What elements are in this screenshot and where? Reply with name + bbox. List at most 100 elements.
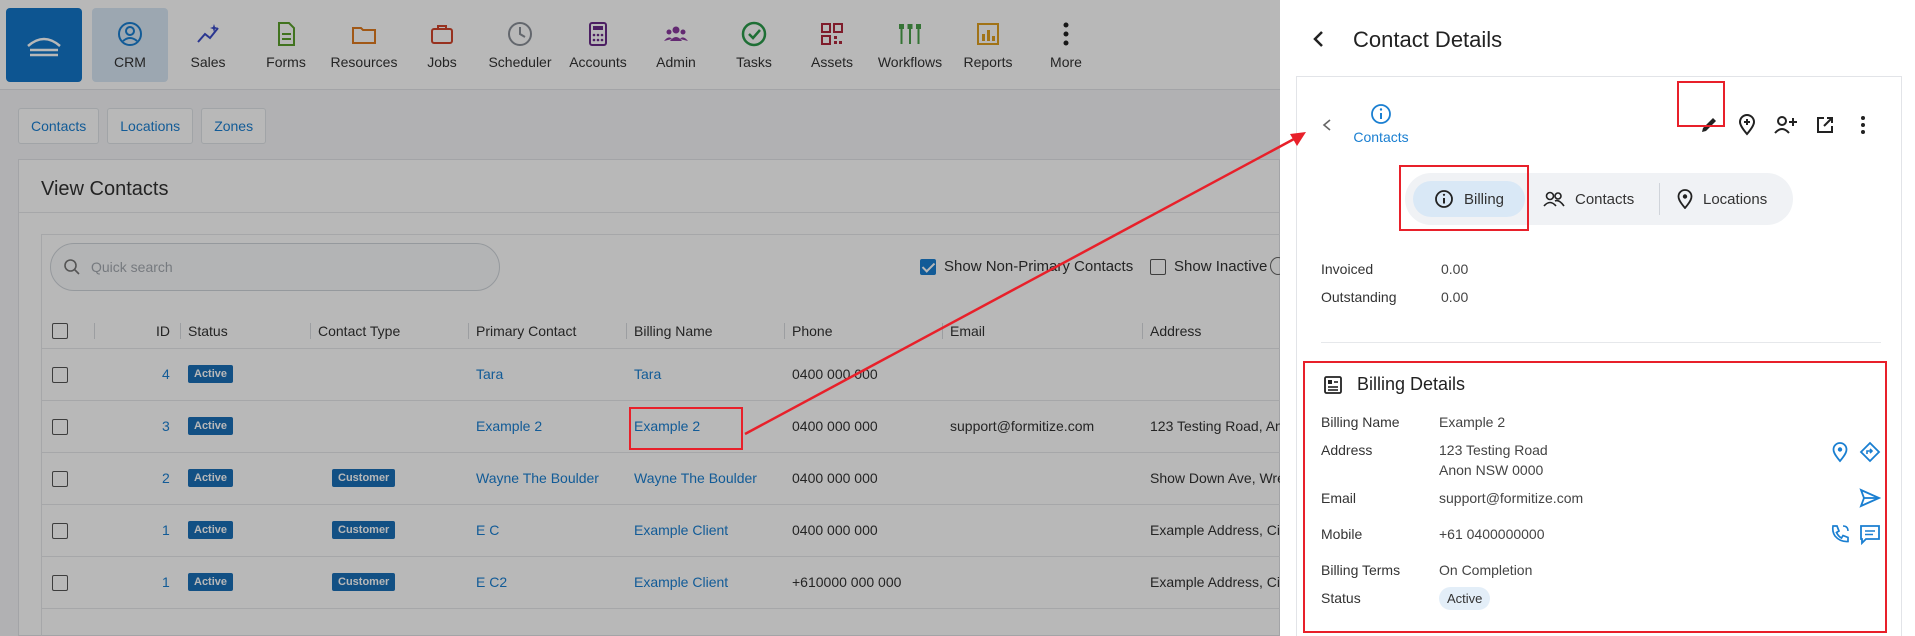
column-header-id[interactable]: ID [156,323,170,339]
crm-subtabs: Contacts Locations Zones [18,108,267,144]
row-phone: 0400 000 000 [792,418,878,434]
column-header-status[interactable]: Status [188,323,228,339]
row-primary-contact[interactable]: E C2 [476,574,507,590]
row-checkbox[interactable] [52,523,68,539]
nav-item-reports[interactable]: Reports [950,8,1026,82]
column-header-phone[interactable]: Phone [792,323,832,339]
column-separator [180,323,181,339]
table-row[interactable]: 1 Active Customer E C Example Client 040… [42,505,1316,557]
row-billing-name[interactable]: Example Client [634,574,728,590]
row-primary-contact[interactable]: E C [476,522,499,538]
back-arrow-icon[interactable] [1308,28,1330,50]
nav-item-assets[interactable]: Assets [794,8,870,82]
row-billing-name[interactable]: Example Client [634,522,728,538]
row-id[interactable]: 1 [162,574,170,590]
divider [19,212,1279,213]
map-pin-icon[interactable] [1829,441,1851,463]
add-contact-button[interactable] [1773,113,1797,137]
column-header-contact-type[interactable]: Contact Type [318,323,400,339]
contacts-crumb[interactable]: Contacts [1349,103,1413,145]
row-checkbox[interactable] [52,367,68,383]
nav-item-label: CRM [114,54,146,70]
address-label: Address [1321,442,1373,458]
table-row[interactable]: 2 Active Customer Wayne The Boulder Wayn… [42,453,1318,505]
app-logo[interactable] [6,8,82,82]
nav-item-more[interactable]: More [1028,8,1104,82]
edit-button[interactable] [1697,113,1721,137]
mobile-label: Mobile [1321,526,1363,542]
outstanding-value: 0.00 [1441,289,1469,305]
table-row[interactable]: 1 Active Customer E C2 Example Client +6… [42,557,1316,609]
segment-label: Billing [1463,190,1505,208]
row-billing-name[interactable]: Tara [634,366,661,382]
column-separator [784,323,785,339]
row-primary-contact[interactable]: Tara [476,366,503,382]
people-icon [1543,191,1565,207]
more-options-button[interactable] [1851,113,1875,137]
billing-terms-label: Billing Terms [1321,562,1401,578]
row-id[interactable]: 1 [162,522,170,538]
email-value: support@formitize.com [1439,490,1584,506]
nav-item-label: Assets [810,54,853,70]
column-header-email[interactable]: Email [950,323,985,339]
show-non-primary-option[interactable]: Show Non-Primary Contacts [920,258,1133,275]
row-id[interactable]: 3 [162,418,170,434]
nav-item-tasks[interactable]: Tasks [716,8,792,82]
show-inactive-option[interactable]: Show Inactive [1150,258,1267,275]
workflow-icon [899,24,921,44]
row-id[interactable]: 4 [162,366,170,382]
location-button[interactable] [1735,113,1759,137]
segment-contacts[interactable]: Contacts [1543,181,1634,217]
table-row[interactable]: 4 Active Tara Tara 0400 000 000 [42,349,1282,401]
message-icon[interactable] [1859,523,1881,545]
address-line1: 123 Testing Road [1439,442,1548,458]
row-primary-contact[interactable]: Example 2 [476,418,542,434]
chevron-left-icon[interactable] [1319,117,1335,133]
contact-type-badge: Customer [332,521,396,539]
subtab-contacts[interactable]: Contacts [18,108,100,144]
row-billing-name[interactable]: Wayne The Boulder [634,470,757,486]
nav-item-sales[interactable]: Sales [170,8,246,82]
row-primary-contact[interactable]: Wayne The Boulder [476,470,599,486]
show-inactive-checkbox[interactable] [1150,258,1166,275]
contacts-crumb-label: Contacts [1353,129,1409,145]
phone-call-icon[interactable] [1829,523,1851,545]
status-label: Status [1321,590,1361,606]
nav-item-jobs[interactable]: Jobs [404,8,480,82]
row-id[interactable]: 2 [162,470,170,486]
table-row[interactable]: 3 Active Example 2 Example 2 0400 000 00… [42,401,1322,453]
nav-item-label: Workflows [877,54,943,70]
column-header-primary-contact[interactable]: Primary Contact [476,323,576,339]
column-header-address[interactable]: Address [1150,323,1201,339]
billing-details-icon [1324,376,1342,394]
nav-item-forms[interactable]: Forms [248,8,324,82]
nav-item-workflows[interactable]: Workflows [872,8,948,82]
row-billing-name[interactable]: Example 2 [634,418,700,434]
search-input[interactable] [91,259,471,275]
status-badge: Active [188,521,234,539]
open-external-button[interactable] [1813,113,1837,137]
nav-item-accounts[interactable]: Accounts [560,8,636,82]
add-person-icon [1774,116,1797,134]
segment-label: Contacts [1575,190,1635,208]
column-header-billing-name[interactable]: Billing Name [634,323,713,339]
send-icon[interactable] [1859,487,1881,509]
subtab-zones[interactable]: Zones [201,108,267,144]
nav-item-scheduler[interactable]: Scheduler [482,8,558,82]
directions-icon[interactable] [1859,441,1881,463]
show-non-primary-checkbox[interactable] [920,258,936,275]
invoiced-value: 0.00 [1441,261,1469,277]
external-link-icon [1817,117,1833,133]
row-checkbox[interactable] [52,575,68,591]
row-checkbox[interactable] [52,419,68,435]
more-vertical-icon [1063,22,1069,46]
row-checkbox[interactable] [52,471,68,487]
select-all-checkbox[interactable] [52,323,68,339]
segment-billing[interactable]: Billing [1413,181,1525,217]
nav-item-admin[interactable]: Admin [638,8,714,82]
nav-item-crm[interactable]: CRM [92,8,168,82]
subtab-locations[interactable]: Locations [107,108,194,144]
column-separator [310,323,311,339]
nav-item-resources[interactable]: Resources [326,8,402,82]
segment-locations[interactable]: Locations [1677,181,1767,217]
